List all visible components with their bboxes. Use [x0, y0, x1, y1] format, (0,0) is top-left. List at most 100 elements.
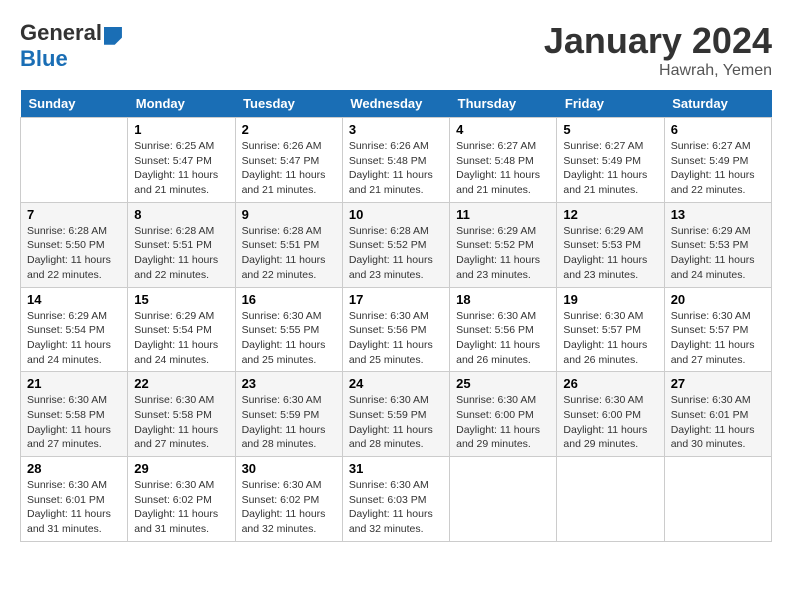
day-number: 11	[456, 207, 550, 222]
day-info: Sunrise: 6:30 AMSunset: 5:59 PMDaylight:…	[242, 393, 336, 452]
day-number: 28	[27, 461, 121, 476]
calendar-cell: 21 Sunrise: 6:30 AMSunset: 5:58 PMDayligh…	[21, 372, 128, 457]
day-info: Sunrise: 6:30 AMSunset: 5:57 PMDaylight:…	[563, 309, 657, 368]
calendar-cell: 24 Sunrise: 6:30 AMSunset: 5:59 PMDayligh…	[342, 372, 449, 457]
location: Hawrah, Yemen	[544, 62, 772, 80]
day-info: Sunrise: 6:29 AMSunset: 5:54 PMDaylight:…	[27, 309, 121, 368]
calendar-cell	[664, 457, 771, 542]
logo-blue: Blue	[20, 46, 68, 72]
day-number: 29	[134, 461, 228, 476]
calendar-table: SundayMondayTuesdayWednesdayThursdayFrid…	[20, 90, 772, 542]
day-header-friday: Friday	[557, 90, 664, 118]
day-number: 5	[563, 122, 657, 137]
day-number: 14	[27, 292, 121, 307]
calendar-cell: 12 Sunrise: 6:29 AMSunset: 5:53 PMDayligh…	[557, 202, 664, 287]
day-header-sunday: Sunday	[21, 90, 128, 118]
month-year: January 2024	[544, 20, 772, 62]
day-number: 10	[349, 207, 443, 222]
title-block: January 2024 Hawrah, Yemen	[544, 20, 772, 80]
day-info: Sunrise: 6:29 AMSunset: 5:53 PMDaylight:…	[671, 224, 765, 283]
day-info: Sunrise: 6:29 AMSunset: 5:52 PMDaylight:…	[456, 224, 550, 283]
calendar-cell: 11 Sunrise: 6:29 AMSunset: 5:52 PMDayligh…	[450, 202, 557, 287]
calendar-cell: 10 Sunrise: 6:28 AMSunset: 5:52 PMDayligh…	[342, 202, 449, 287]
day-number: 15	[134, 292, 228, 307]
day-number: 1	[134, 122, 228, 137]
day-info: Sunrise: 6:30 AMSunset: 5:55 PMDaylight:…	[242, 309, 336, 368]
calendar-cell: 17Sunrise: 6:30 AMSunset: 5:56 PMDayligh…	[342, 287, 449, 372]
day-number: 21	[27, 376, 121, 391]
logo-general: General	[20, 20, 102, 45]
calendar-cell: 8Sunrise: 6:28 AMSunset: 5:51 PMDaylight…	[128, 202, 235, 287]
logo: General Blue	[20, 20, 122, 72]
day-info: Sunrise: 6:28 AMSunset: 5:50 PMDaylight:…	[27, 224, 121, 283]
calendar-cell: 29 Sunrise: 6:30 AMSunset: 6:02 PMDayligh…	[128, 457, 235, 542]
calendar-cell: 18 Sunrise: 6:30 AMSunset: 5:56 PMDayligh…	[450, 287, 557, 372]
day-number: 16	[242, 292, 336, 307]
day-info: Sunrise: 6:30 AMSunset: 6:01 PMDaylight:…	[27, 478, 121, 537]
day-number: 13	[671, 207, 765, 222]
day-number: 24	[349, 376, 443, 391]
day-number: 8	[134, 207, 228, 222]
day-info: Sunrise: 6:30 AMSunset: 5:56 PMDaylight:…	[456, 309, 550, 368]
day-number: 9	[242, 207, 336, 222]
calendar-cell: 13 Sunrise: 6:29 AMSunset: 5:53 PMDayligh…	[664, 202, 771, 287]
calendar-cell: 23Sunrise: 6:30 AMSunset: 5:59 PMDayligh…	[235, 372, 342, 457]
calendar-cell: 3 Sunrise: 6:26 AMSunset: 5:48 PMDaylight…	[342, 118, 449, 203]
day-info: Sunrise: 6:29 AMSunset: 5:54 PMDaylight:…	[134, 309, 228, 368]
day-info: Sunrise: 6:27 AMSunset: 5:49 PMDaylight:…	[563, 139, 657, 198]
day-info: Sunrise: 6:27 AMSunset: 5:49 PMDaylight:…	[671, 139, 765, 198]
calendar-cell: 14 Sunrise: 6:29 AMSunset: 5:54 PMDayligh…	[21, 287, 128, 372]
day-number: 25	[456, 376, 550, 391]
logo-text: General	[20, 20, 122, 46]
day-info: Sunrise: 6:30 AMSunset: 5:58 PMDaylight:…	[27, 393, 121, 452]
day-info: Sunrise: 6:30 AMSunset: 5:59 PMDaylight:…	[349, 393, 443, 452]
day-info: Sunrise: 6:25 AMSunset: 5:47 PMDaylight:…	[134, 139, 228, 198]
calendar-cell	[557, 457, 664, 542]
week-row-4: 21 Sunrise: 6:30 AMSunset: 5:58 PMDayligh…	[21, 372, 772, 457]
day-info: Sunrise: 6:30 AMSunset: 6:01 PMDaylight:…	[671, 393, 765, 452]
day-header-wednesday: Wednesday	[342, 90, 449, 118]
day-header-saturday: Saturday	[664, 90, 771, 118]
day-number: 20	[671, 292, 765, 307]
calendar-cell: 2Sunrise: 6:26 AMSunset: 5:47 PMDaylight…	[235, 118, 342, 203]
week-row-5: 28 Sunrise: 6:30 AMSunset: 6:01 PMDayligh…	[21, 457, 772, 542]
day-info: Sunrise: 6:30 AMSunset: 6:00 PMDaylight:…	[456, 393, 550, 452]
day-number: 31	[349, 461, 443, 476]
calendar-cell: 26 Sunrise: 6:30 AMSunset: 6:00 PMDayligh…	[557, 372, 664, 457]
day-number: 19	[563, 292, 657, 307]
day-number: 12	[563, 207, 657, 222]
day-number: 22	[134, 376, 228, 391]
calendar-cell: 6Sunrise: 6:27 AMSunset: 5:49 PMDaylight…	[664, 118, 771, 203]
day-number: 7	[27, 207, 121, 222]
day-number: 3	[349, 122, 443, 137]
day-info: Sunrise: 6:29 AMSunset: 5:53 PMDaylight:…	[563, 224, 657, 283]
calendar-cell: 25 Sunrise: 6:30 AMSunset: 6:00 PMDayligh…	[450, 372, 557, 457]
day-number: 18	[456, 292, 550, 307]
day-info: Sunrise: 6:26 AMSunset: 5:48 PMDaylight:…	[349, 139, 443, 198]
day-info: Sunrise: 6:27 AMSunset: 5:48 PMDaylight:…	[456, 139, 550, 198]
calendar-cell	[450, 457, 557, 542]
calendar-cell: 28 Sunrise: 6:30 AMSunset: 6:01 PMDayligh…	[21, 457, 128, 542]
day-info: Sunrise: 6:30 AMSunset: 5:58 PMDaylight:…	[134, 393, 228, 452]
day-info: Sunrise: 6:30 AMSunset: 6:02 PMDaylight:…	[134, 478, 228, 537]
calendar-cell: 31Sunrise: 6:30 AMSunset: 6:03 PMDayligh…	[342, 457, 449, 542]
calendar-cell: 7 Sunrise: 6:28 AMSunset: 5:50 PMDaylight…	[21, 202, 128, 287]
day-header-thursday: Thursday	[450, 90, 557, 118]
day-info: Sunrise: 6:28 AMSunset: 5:51 PMDaylight:…	[242, 224, 336, 283]
calendar-cell: 4Sunrise: 6:27 AMSunset: 5:48 PMDaylight…	[450, 118, 557, 203]
logo-icon	[104, 27, 122, 45]
calendar-cell: 30Sunrise: 6:30 AMSunset: 6:02 PMDayligh…	[235, 457, 342, 542]
day-info: Sunrise: 6:26 AMSunset: 5:47 PMDaylight:…	[242, 139, 336, 198]
calendar-cell: 1 Sunrise: 6:25 AMSunset: 5:47 PMDaylight…	[128, 118, 235, 203]
page-header: General Blue January 2024 Hawrah, Yemen	[20, 20, 772, 80]
day-number: 26	[563, 376, 657, 391]
week-row-3: 14 Sunrise: 6:29 AMSunset: 5:54 PMDayligh…	[21, 287, 772, 372]
calendar-cell: 9 Sunrise: 6:28 AMSunset: 5:51 PMDaylight…	[235, 202, 342, 287]
calendar-cell: 16 Sunrise: 6:30 AMSunset: 5:55 PMDayligh…	[235, 287, 342, 372]
calendar-cell: 22 Sunrise: 6:30 AMSunset: 5:58 PMDayligh…	[128, 372, 235, 457]
day-info: Sunrise: 6:30 AMSunset: 6:00 PMDaylight:…	[563, 393, 657, 452]
day-number: 30	[242, 461, 336, 476]
calendar-cell	[21, 118, 128, 203]
day-info: Sunrise: 6:28 AMSunset: 5:52 PMDaylight:…	[349, 224, 443, 283]
day-info: Sunrise: 6:30 AMSunset: 5:56 PMDaylight:…	[349, 309, 443, 368]
